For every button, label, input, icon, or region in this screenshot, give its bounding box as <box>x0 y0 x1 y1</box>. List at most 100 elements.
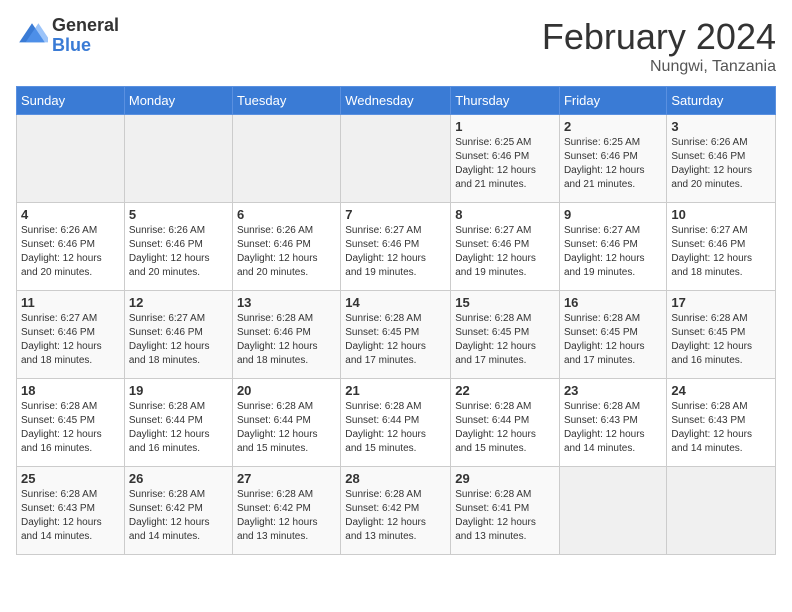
day-info: Sunrise: 6:28 AMSunset: 6:42 PMDaylight:… <box>345 488 446 544</box>
day-header-tuesday: Tuesday <box>232 87 340 115</box>
calendar-cell <box>341 115 451 203</box>
day-info: Sunrise: 6:28 AMSunset: 6:44 PMDaylight:… <box>129 400 228 456</box>
day-info: Sunrise: 6:28 AMSunset: 6:42 PMDaylight:… <box>237 488 336 544</box>
calendar-cell: 7 Sunrise: 6:27 AMSunset: 6:46 PMDaylight… <box>341 203 451 291</box>
day-number: 18 <box>21 383 120 398</box>
day-info: Sunrise: 6:26 AMSunset: 6:46 PMDaylight:… <box>129 224 228 280</box>
calendar-week-1: 1 Sunrise: 6:25 AMSunset: 6:46 PMDaylight… <box>17 115 776 203</box>
day-info: Sunrise: 6:28 AMSunset: 6:45 PMDaylight:… <box>564 312 662 368</box>
day-number: 10 <box>671 207 771 222</box>
calendar-cell: 13 Sunrise: 6:28 AMSunset: 6:46 PMDayligh… <box>232 291 340 379</box>
calendar-cell: 9 Sunrise: 6:27 AMSunset: 6:46 PMDaylight… <box>559 203 666 291</box>
day-header-saturday: Saturday <box>667 87 776 115</box>
day-number: 19 <box>129 383 228 398</box>
day-number: 7 <box>345 207 446 222</box>
day-number: 8 <box>455 207 555 222</box>
day-info: Sunrise: 6:28 AMSunset: 6:45 PMDaylight:… <box>21 400 120 456</box>
day-number: 16 <box>564 295 662 310</box>
calendar-cell: 1 Sunrise: 6:25 AMSunset: 6:46 PMDaylight… <box>451 115 560 203</box>
calendar-cell: 3Sunrise: 6:26 AMSunset: 6:46 PMDaylight… <box>667 115 776 203</box>
day-number: 1 <box>455 119 555 134</box>
day-number: 20 <box>237 383 336 398</box>
day-info: Sunrise: 6:28 AMSunset: 6:46 PMDaylight:… <box>237 312 336 368</box>
day-info: Sunrise: 6:28 AMSunset: 6:41 PMDaylight:… <box>455 488 555 544</box>
calendar-cell: 19 Sunrise: 6:28 AMSunset: 6:44 PMDayligh… <box>124 379 232 467</box>
calendar-cell: 2Sunrise: 6:25 AMSunset: 6:46 PMDaylight… <box>559 115 666 203</box>
day-info: Sunrise: 6:26 AMSunset: 6:46 PMDaylight:… <box>21 224 120 280</box>
day-header-monday: Monday <box>124 87 232 115</box>
calendar-cell: 29 Sunrise: 6:28 AMSunset: 6:41 PMDayligh… <box>451 467 560 555</box>
day-info: Sunrise: 6:27 AMSunset: 6:46 PMDaylight:… <box>671 224 771 280</box>
logo-general-text: General <box>52 16 119 36</box>
day-info: Sunrise: 6:28 AMSunset: 6:43 PMDaylight:… <box>564 400 662 456</box>
logo-text: General Blue <box>52 16 119 56</box>
day-number: 21 <box>345 383 446 398</box>
calendar-cell: 23 Sunrise: 6:28 AMSunset: 6:43 PMDayligh… <box>559 379 666 467</box>
day-number: 29 <box>455 471 555 486</box>
day-number: 17 <box>671 295 771 310</box>
calendar-cell: 24Sunrise: 6:28 AMSunset: 6:43 PMDayligh… <box>667 379 776 467</box>
calendar-cell <box>667 467 776 555</box>
calendar-cell <box>124 115 232 203</box>
location: Nungwi, Tanzania <box>542 58 776 76</box>
calendar-header-row: SundayMondayTuesdayWednesdayThursdayFrid… <box>17 87 776 115</box>
day-number: 4 <box>21 207 120 222</box>
day-info: Sunrise: 6:28 AMSunset: 6:44 PMDaylight:… <box>237 400 336 456</box>
calendar-cell: 6 Sunrise: 6:26 AMSunset: 6:46 PMDaylight… <box>232 203 340 291</box>
calendar-week-3: 11 Sunrise: 6:27 AMSunset: 6:46 PMDayligh… <box>17 291 776 379</box>
calendar-cell: 16 Sunrise: 6:28 AMSunset: 6:45 PMDayligh… <box>559 291 666 379</box>
day-header-wednesday: Wednesday <box>341 87 451 115</box>
day-info: Sunrise: 6:27 AMSunset: 6:46 PMDaylight:… <box>345 224 446 280</box>
calendar-cell: 25Sunrise: 6:28 AMSunset: 6:43 PMDayligh… <box>17 467 125 555</box>
day-info: Sunrise: 6:27 AMSunset: 6:46 PMDaylight:… <box>455 224 555 280</box>
calendar-cell: 5 Sunrise: 6:26 AMSunset: 6:46 PMDaylight… <box>124 203 232 291</box>
day-number: 9 <box>564 207 662 222</box>
logo-icon <box>16 20 48 52</box>
logo: General Blue <box>16 16 119 56</box>
calendar-cell: 21 Sunrise: 6:28 AMSunset: 6:44 PMDayligh… <box>341 379 451 467</box>
calendar-week-4: 18 Sunrise: 6:28 AMSunset: 6:45 PMDayligh… <box>17 379 776 467</box>
day-info: Sunrise: 6:27 AMSunset: 6:46 PMDaylight:… <box>564 224 662 280</box>
day-info: Sunrise: 6:28 AMSunset: 6:44 PMDaylight:… <box>455 400 555 456</box>
day-header-sunday: Sunday <box>17 87 125 115</box>
month-title: February 2024 <box>542 16 776 58</box>
calendar-cell: 15Sunrise: 6:28 AMSunset: 6:45 PMDayligh… <box>451 291 560 379</box>
day-number: 23 <box>564 383 662 398</box>
logo-blue-text: Blue <box>52 36 119 56</box>
day-number: 13 <box>237 295 336 310</box>
calendar-cell: 27 Sunrise: 6:28 AMSunset: 6:42 PMDayligh… <box>232 467 340 555</box>
calendar-cell: 26Sunrise: 6:28 AMSunset: 6:42 PMDayligh… <box>124 467 232 555</box>
calendar-cell <box>17 115 125 203</box>
day-info: Sunrise: 6:28 AMSunset: 6:43 PMDaylight:… <box>21 488 120 544</box>
day-info: Sunrise: 6:27 AMSunset: 6:46 PMDaylight:… <box>129 312 228 368</box>
calendar-week-2: 4 Sunrise: 6:26 AMSunset: 6:46 PMDaylight… <box>17 203 776 291</box>
day-info: Sunrise: 6:28 AMSunset: 6:42 PMDaylight:… <box>129 488 228 544</box>
day-number: 6 <box>237 207 336 222</box>
day-info: Sunrise: 6:25 AMSunset: 6:46 PMDaylight:… <box>455 136 555 192</box>
calendar-cell: 20 Sunrise: 6:28 AMSunset: 6:44 PMDayligh… <box>232 379 340 467</box>
day-number: 24 <box>671 383 771 398</box>
day-info: Sunrise: 6:26 AMSunset: 6:46 PMDaylight:… <box>237 224 336 280</box>
calendar-cell <box>559 467 666 555</box>
calendar-cell: 17 Sunrise: 6:28 AMSunset: 6:45 PMDayligh… <box>667 291 776 379</box>
calendar-cell: 12 Sunrise: 6:27 AMSunset: 6:46 PMDayligh… <box>124 291 232 379</box>
calendar-cell: 11 Sunrise: 6:27 AMSunset: 6:46 PMDayligh… <box>17 291 125 379</box>
title-block: February 2024 Nungwi, Tanzania <box>542 16 776 76</box>
day-info: Sunrise: 6:28 AMSunset: 6:45 PMDaylight:… <box>671 312 771 368</box>
day-number: 11 <box>21 295 120 310</box>
day-number: 5 <box>129 207 228 222</box>
day-number: 28 <box>345 471 446 486</box>
day-number: 3 <box>671 119 771 134</box>
day-header-thursday: Thursday <box>451 87 560 115</box>
page-header: General Blue February 2024 Nungwi, Tanza… <box>16 16 776 76</box>
calendar-table: SundayMondayTuesdayWednesdayThursdayFrid… <box>16 86 776 555</box>
day-info: Sunrise: 6:27 AMSunset: 6:46 PMDaylight:… <box>21 312 120 368</box>
day-header-friday: Friday <box>559 87 666 115</box>
day-info: Sunrise: 6:28 AMSunset: 6:45 PMDaylight:… <box>345 312 446 368</box>
day-info: Sunrise: 6:25 AMSunset: 6:46 PMDaylight:… <box>564 136 662 192</box>
calendar-cell: 18 Sunrise: 6:28 AMSunset: 6:45 PMDayligh… <box>17 379 125 467</box>
day-number: 12 <box>129 295 228 310</box>
day-number: 27 <box>237 471 336 486</box>
day-number: 15 <box>455 295 555 310</box>
day-info: Sunrise: 6:28 AMSunset: 6:44 PMDaylight:… <box>345 400 446 456</box>
